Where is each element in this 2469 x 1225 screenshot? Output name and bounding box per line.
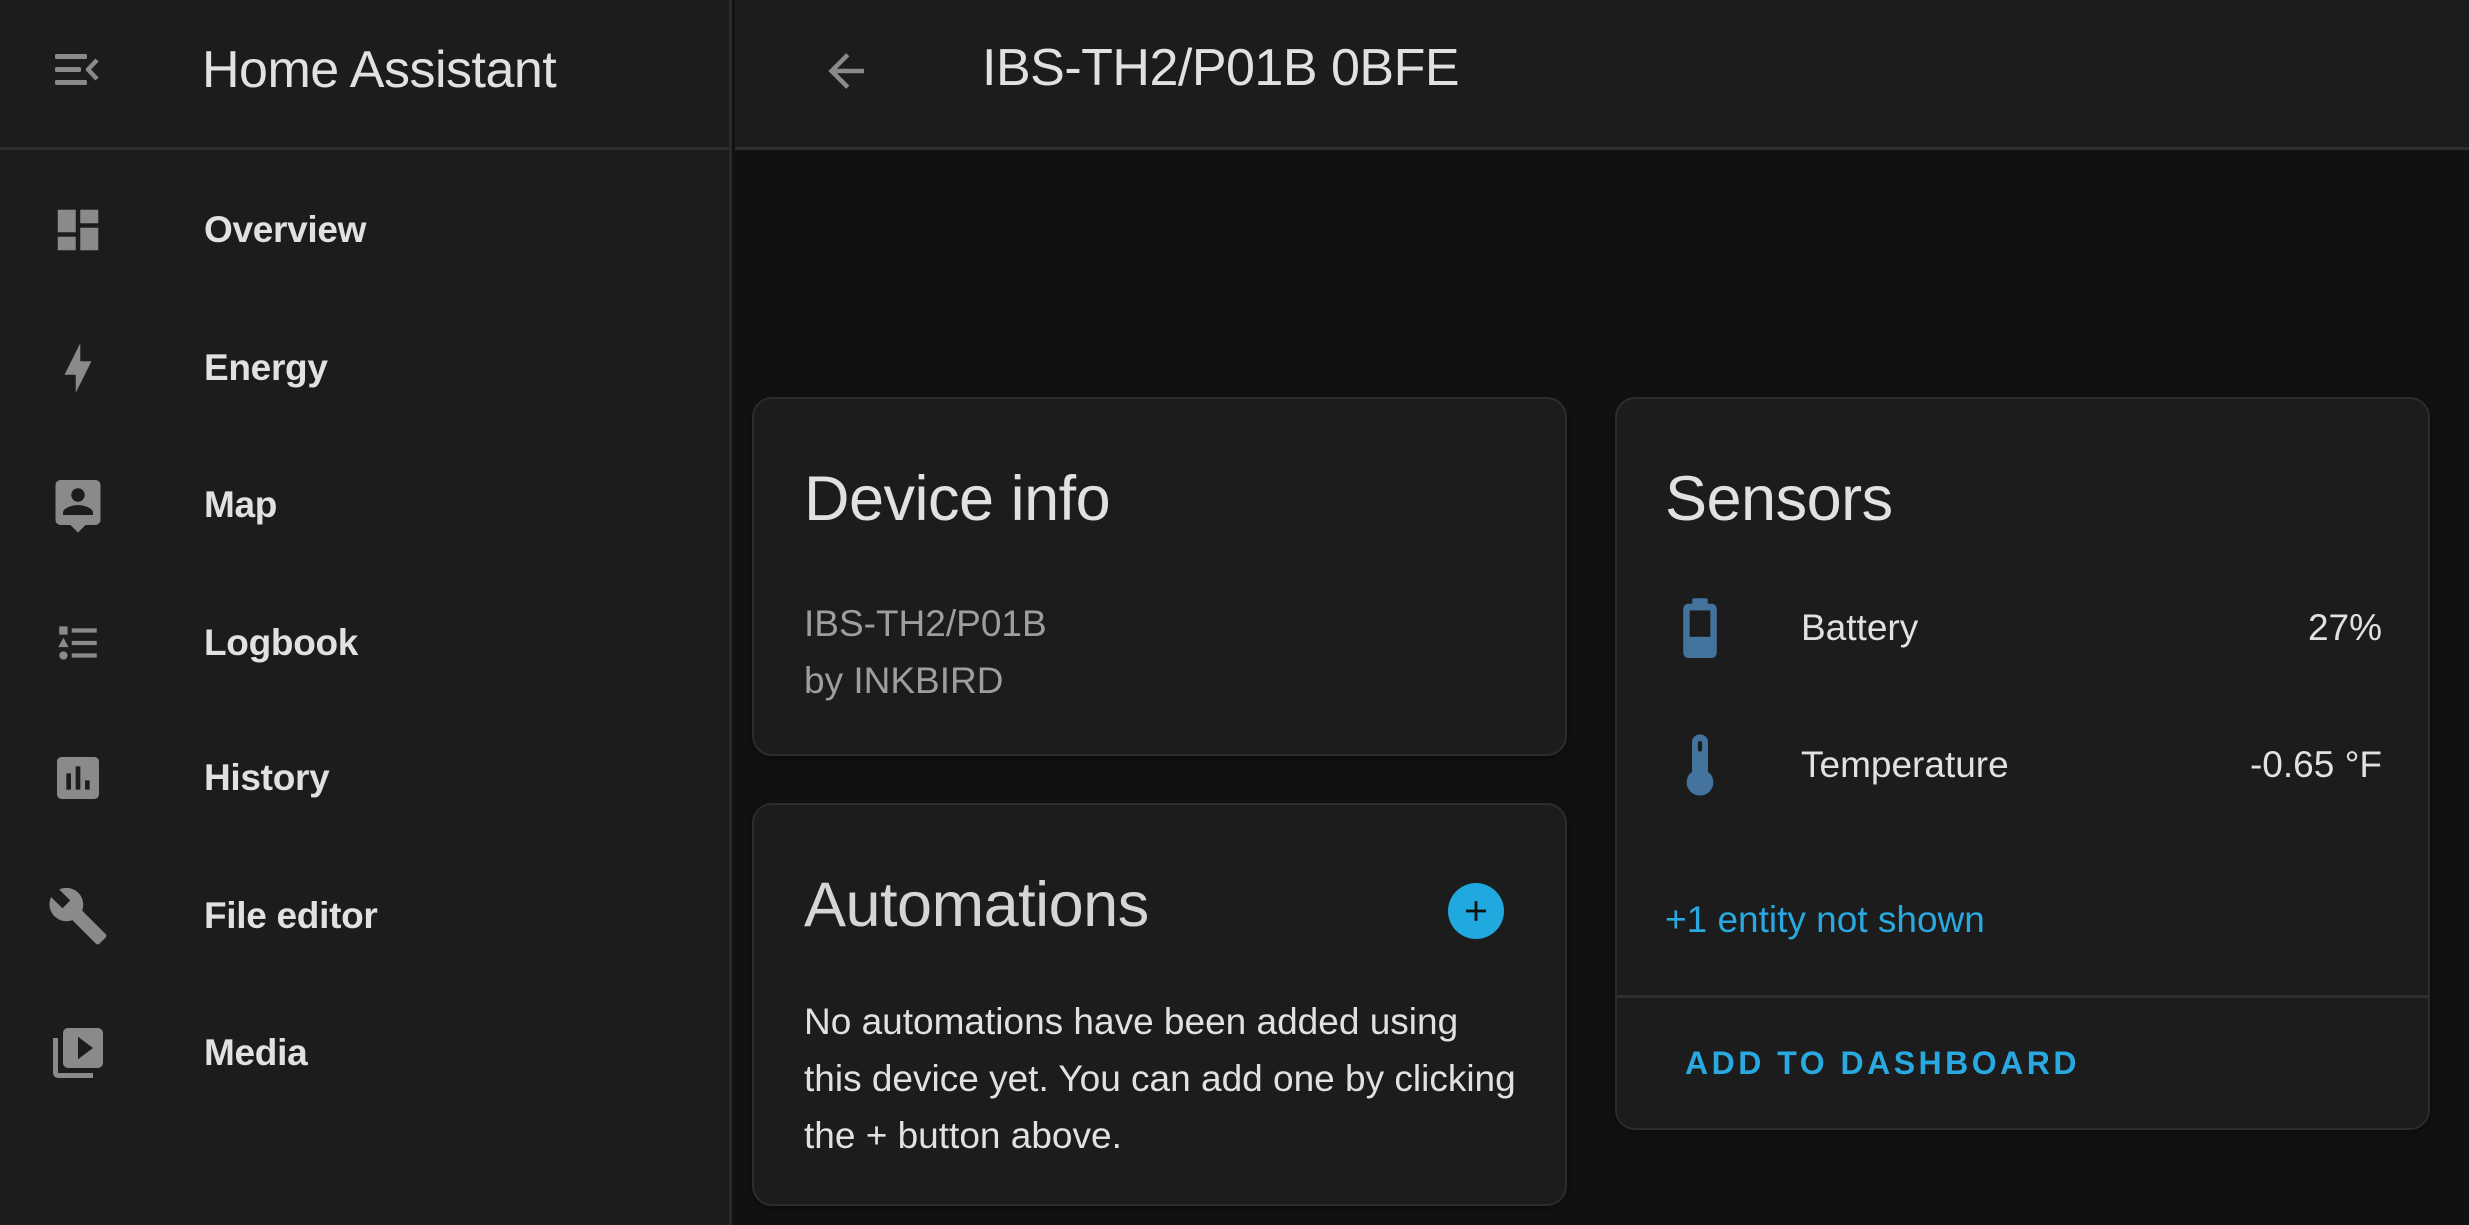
device-info-card: Device info IBS-TH2/P01B by INKBIRD	[752, 397, 1567, 756]
sidebar-item-label: Media	[204, 1032, 308, 1073]
card-divider	[1617, 995, 2428, 998]
sidebar-item-file-editor[interactable]: File editor	[0, 861, 729, 971]
automations-card: Automations No automations have been add…	[752, 803, 1567, 1206]
sidebar-item-label: Energy	[204, 347, 328, 388]
sidebar-item-history[interactable]: History	[0, 723, 729, 833]
format-list-bulleted-type-icon	[46, 611, 110, 675]
chart-box-icon	[46, 746, 110, 810]
sidebar-item-label: History	[204, 757, 330, 798]
view-dashboard-icon	[46, 198, 110, 262]
sidebar: Home Assistant Overview Energy Map Logbo…	[0, 0, 732, 1225]
app-title: Home Assistant	[202, 41, 557, 99]
sensor-name: Temperature	[1801, 744, 2009, 785]
sensor-value: -0.65 °F	[2249, 744, 2382, 785]
wrench-icon	[46, 884, 110, 948]
sidebar-item-overview[interactable]: Overview	[0, 175, 729, 285]
sidebar-item-energy[interactable]: Energy	[0, 313, 729, 423]
sensor-row-temperature[interactable]: Temperature -0.65 °F	[1617, 720, 2428, 810]
app-root: Home Assistant Overview Energy Map Logbo…	[0, 0, 2469, 1225]
sidebar-toggle-button[interactable]	[44, 40, 108, 100]
sensor-value: 27%	[2307, 607, 2382, 648]
card-title: Sensors	[1665, 464, 1893, 534]
sensor-name: Battery	[1801, 607, 1919, 648]
battery-icon	[1667, 595, 1733, 661]
menu-collapse-icon	[55, 54, 99, 85]
card-title: Automations	[804, 870, 1149, 940]
sidebar-item-logbook[interactable]: Logbook	[0, 588, 729, 698]
device-manufacturer: by INKBIRD	[804, 660, 1004, 701]
automations-empty-text: No automations have been added using thi…	[804, 1001, 1516, 1156]
sidebar-header: Home Assistant	[0, 0, 729, 150]
back-button[interactable]	[808, 36, 884, 106]
sidebar-item-label: Logbook	[204, 622, 359, 663]
card-title: Device info	[804, 464, 1111, 534]
lightning-bolt-icon	[46, 336, 110, 400]
sensors-card: Sensors Battery 27% Temperature -0.65 °F…	[1615, 397, 2430, 1130]
play-box-multiple-icon	[46, 1021, 110, 1085]
account-location-icon	[46, 473, 110, 537]
sidebar-item-media[interactable]: Media	[0, 998, 729, 1108]
add-to-dashboard-button[interactable]: ADD TO DASHBOARD	[1685, 1043, 2080, 1083]
sidebar-item-label: Map	[204, 484, 278, 525]
arrow-left-icon	[828, 53, 864, 89]
page-title: IBS-TH2/P01B 0BFE	[982, 39, 1460, 97]
sidebar-item-map[interactable]: Map	[0, 450, 729, 560]
thermometer-icon	[1667, 732, 1733, 798]
sensor-row-battery[interactable]: Battery 27%	[1617, 583, 2428, 673]
hidden-entities-link[interactable]: +1 entity not shown	[1665, 897, 1985, 943]
plus-icon	[1466, 901, 1486, 921]
sidebar-item-label: File editor	[204, 895, 378, 936]
device-model: IBS-TH2/P01B	[804, 603, 1047, 644]
add-automation-button[interactable]	[1448, 883, 1504, 939]
sidebar-item-label: Overview	[204, 209, 367, 250]
